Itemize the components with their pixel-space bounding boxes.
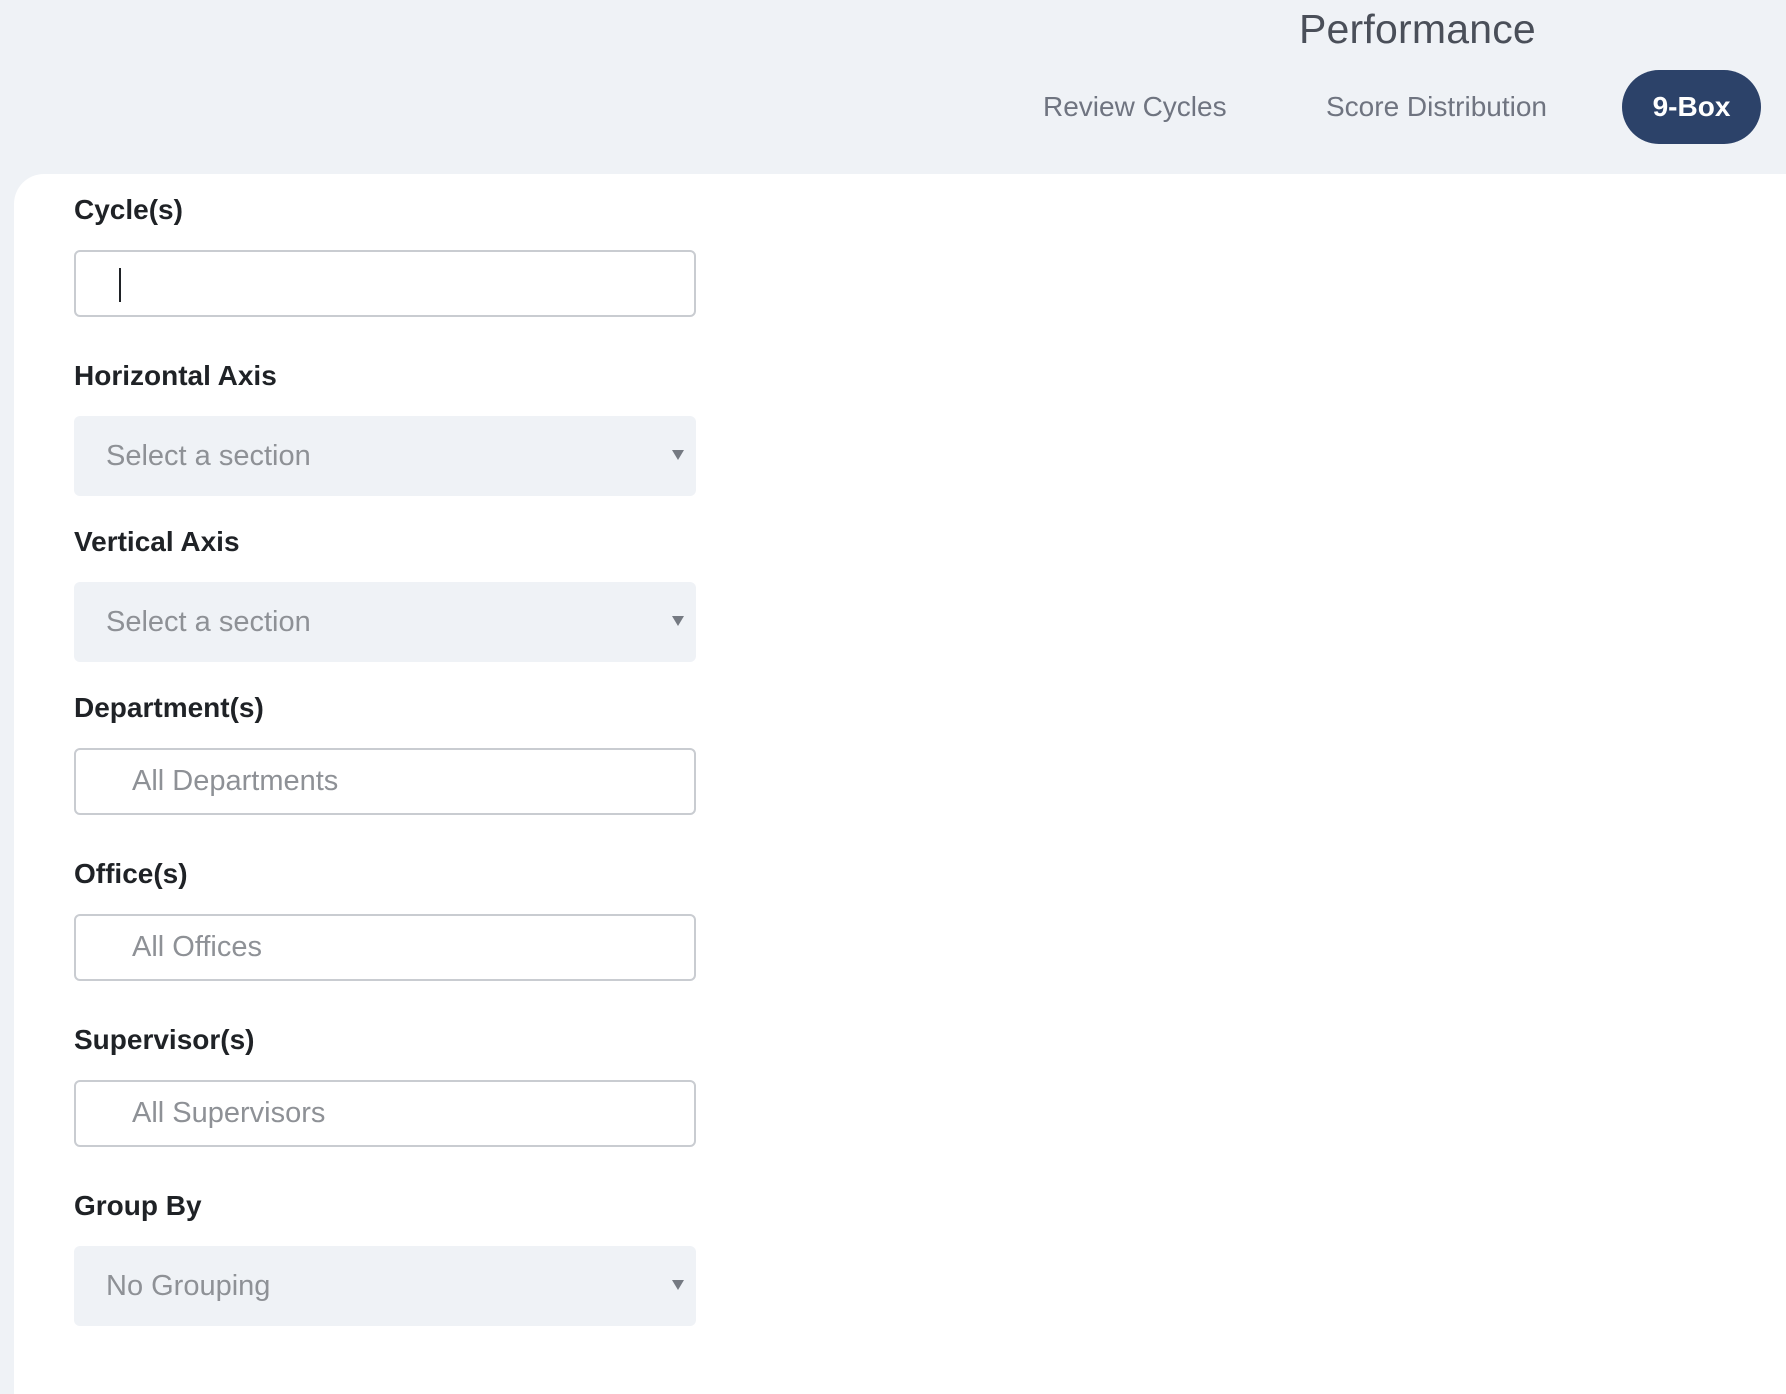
horizontal-axis-label: Horizontal Axis (74, 360, 277, 391)
performance-tabs: Review Cycles Score Distribution 9-Box (0, 70, 1786, 144)
departments-placeholder: All Departments (132, 765, 339, 797)
vertical-axis-placeholder: Select a section (106, 606, 311, 638)
horizontal-axis-placeholder: Select a section (106, 440, 311, 472)
offices-label: Office(s) (74, 858, 188, 889)
departments-label: Department(s) (74, 692, 264, 723)
cycles-label: Cycle(s) (74, 194, 183, 225)
tab-score-distribution[interactable]: Score Distribution (1326, 70, 1547, 144)
vertical-axis-select[interactable]: Select a section (74, 582, 696, 662)
departments-input[interactable]: All Departments (74, 748, 696, 815)
group-by-value: No Grouping (106, 1270, 271, 1302)
group-by-select[interactable]: No Grouping (74, 1246, 696, 1326)
group-by-label: Group By (74, 1190, 202, 1221)
cycles-input[interactable] (74, 250, 696, 317)
tab-9-box[interactable]: 9-Box (1622, 70, 1761, 144)
filters-panel: Cycle(s) Horizontal Axis Select a sectio… (14, 174, 1786, 1394)
offices-input[interactable]: All Offices (74, 914, 696, 981)
page-title: Performance (1299, 6, 1536, 52)
horizontal-axis-select[interactable]: Select a section (74, 416, 696, 496)
dropdown-arrow-icon (672, 616, 684, 626)
tab-review-cycles[interactable]: Review Cycles (1043, 70, 1227, 144)
supervisors-label: Supervisor(s) (74, 1024, 255, 1055)
offices-placeholder: All Offices (132, 931, 263, 963)
supervisors-input[interactable]: All Supervisors (74, 1080, 696, 1147)
dropdown-arrow-icon (672, 1280, 684, 1290)
supervisors-placeholder: All Supervisors (132, 1097, 326, 1129)
dropdown-arrow-icon (672, 450, 684, 460)
text-caret (119, 268, 121, 302)
vertical-axis-label: Vertical Axis (74, 526, 240, 557)
